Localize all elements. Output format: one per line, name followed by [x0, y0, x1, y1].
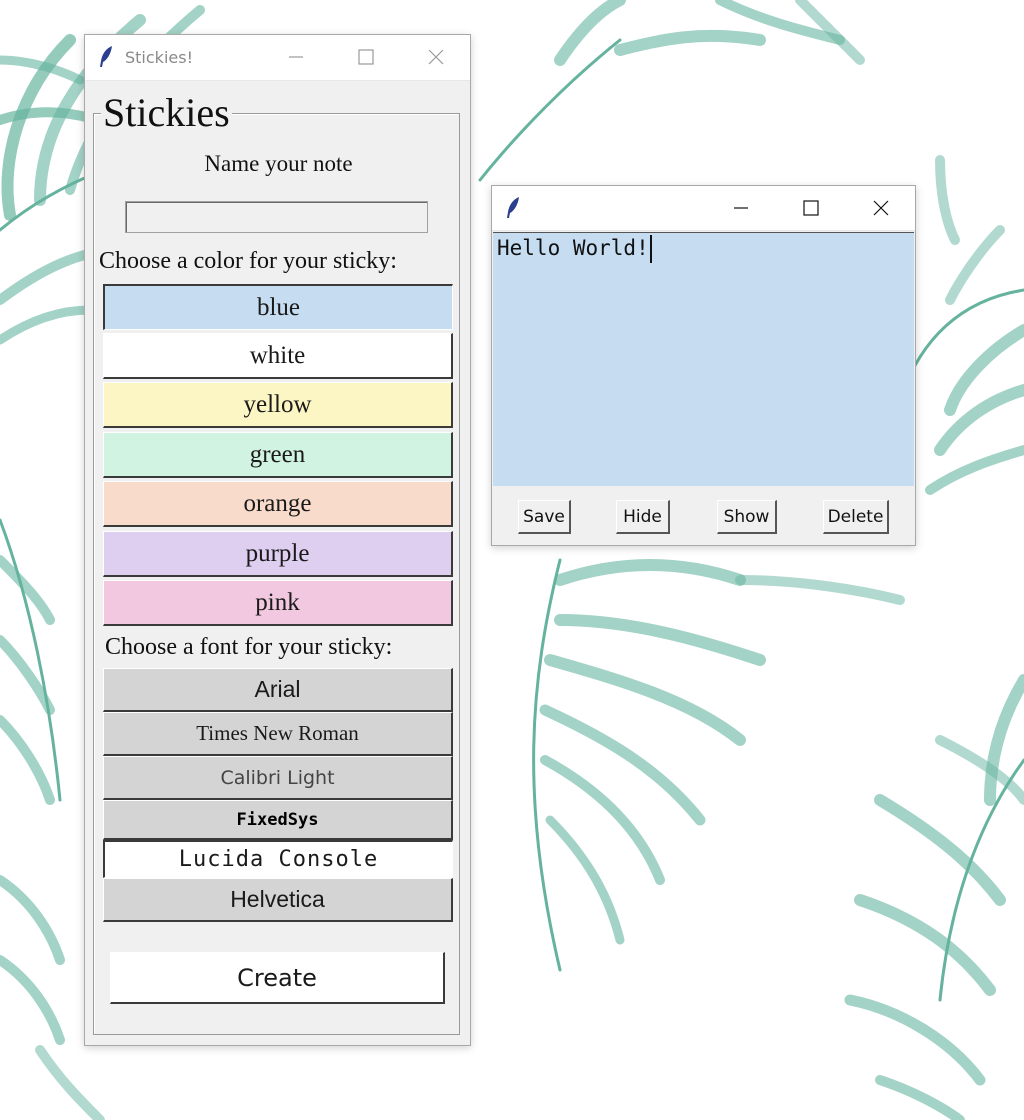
- color-button-pink[interactable]: pink: [103, 580, 453, 626]
- show-button[interactable]: Show: [717, 500, 777, 534]
- close-icon: [873, 200, 889, 216]
- close-button[interactable]: [401, 35, 471, 79]
- color-button-orange[interactable]: orange: [103, 481, 453, 527]
- frame-title: Stickies: [101, 90, 232, 136]
- font-button-helvetica[interactable]: Helvetica: [103, 878, 453, 922]
- maximize-button[interactable]: [331, 35, 401, 79]
- note-title-bar[interactable]: [492, 186, 915, 231]
- text-cursor: [649, 235, 652, 263]
- delete-button[interactable]: Delete: [823, 500, 889, 534]
- color-button-yellow[interactable]: yellow: [103, 382, 453, 428]
- minimize-button[interactable]: [261, 35, 331, 79]
- window-title: Stickies!: [125, 48, 193, 67]
- stickies-main-window: Stickies! Stickies Name your note Choose…: [84, 34, 471, 1046]
- title-bar[interactable]: Stickies!: [85, 35, 470, 81]
- font-button-calibri-light[interactable]: Calibri Light: [103, 756, 453, 800]
- minimize-icon: [734, 207, 748, 209]
- minimize-icon: [289, 56, 303, 58]
- font-label: Choose a font for your sticky:: [105, 634, 393, 660]
- color-button-blue[interactable]: blue: [103, 284, 453, 330]
- name-label: Name your note: [204, 151, 353, 176]
- create-button[interactable]: Create: [110, 952, 445, 1004]
- font-button-fixedsys[interactable]: FixedSys: [103, 800, 453, 840]
- note-name-input[interactable]: [125, 201, 428, 233]
- color-button-green[interactable]: green: [103, 432, 453, 478]
- save-button[interactable]: Save: [518, 500, 571, 534]
- tk-feather-icon: [100, 46, 112, 67]
- sticky-note-window: Hello World! Save Hide Show Delete: [491, 185, 916, 546]
- color-button-purple[interactable]: purple: [103, 531, 453, 577]
- note-text: Hello World!: [497, 236, 649, 260]
- color-label: Choose a color for your sticky:: [99, 248, 397, 274]
- close-icon: [428, 49, 444, 65]
- note-close-button[interactable]: [846, 186, 916, 230]
- font-button-lucida-console[interactable]: Lucida Console: [103, 840, 453, 878]
- font-button-arial[interactable]: Arial: [103, 668, 453, 712]
- note-text-area[interactable]: Hello World!: [493, 232, 914, 486]
- maximize-icon: [358, 49, 374, 65]
- note-maximize-button[interactable]: [776, 186, 846, 230]
- tk-feather-icon: [507, 197, 519, 218]
- font-button-times-new-roman[interactable]: Times New Roman: [103, 712, 453, 756]
- maximize-icon: [803, 200, 819, 216]
- note-button-bar: Save Hide Show Delete: [493, 486, 914, 544]
- hide-button[interactable]: Hide: [616, 500, 670, 534]
- color-button-white[interactable]: white: [103, 333, 453, 379]
- note-minimize-button[interactable]: [706, 186, 776, 230]
